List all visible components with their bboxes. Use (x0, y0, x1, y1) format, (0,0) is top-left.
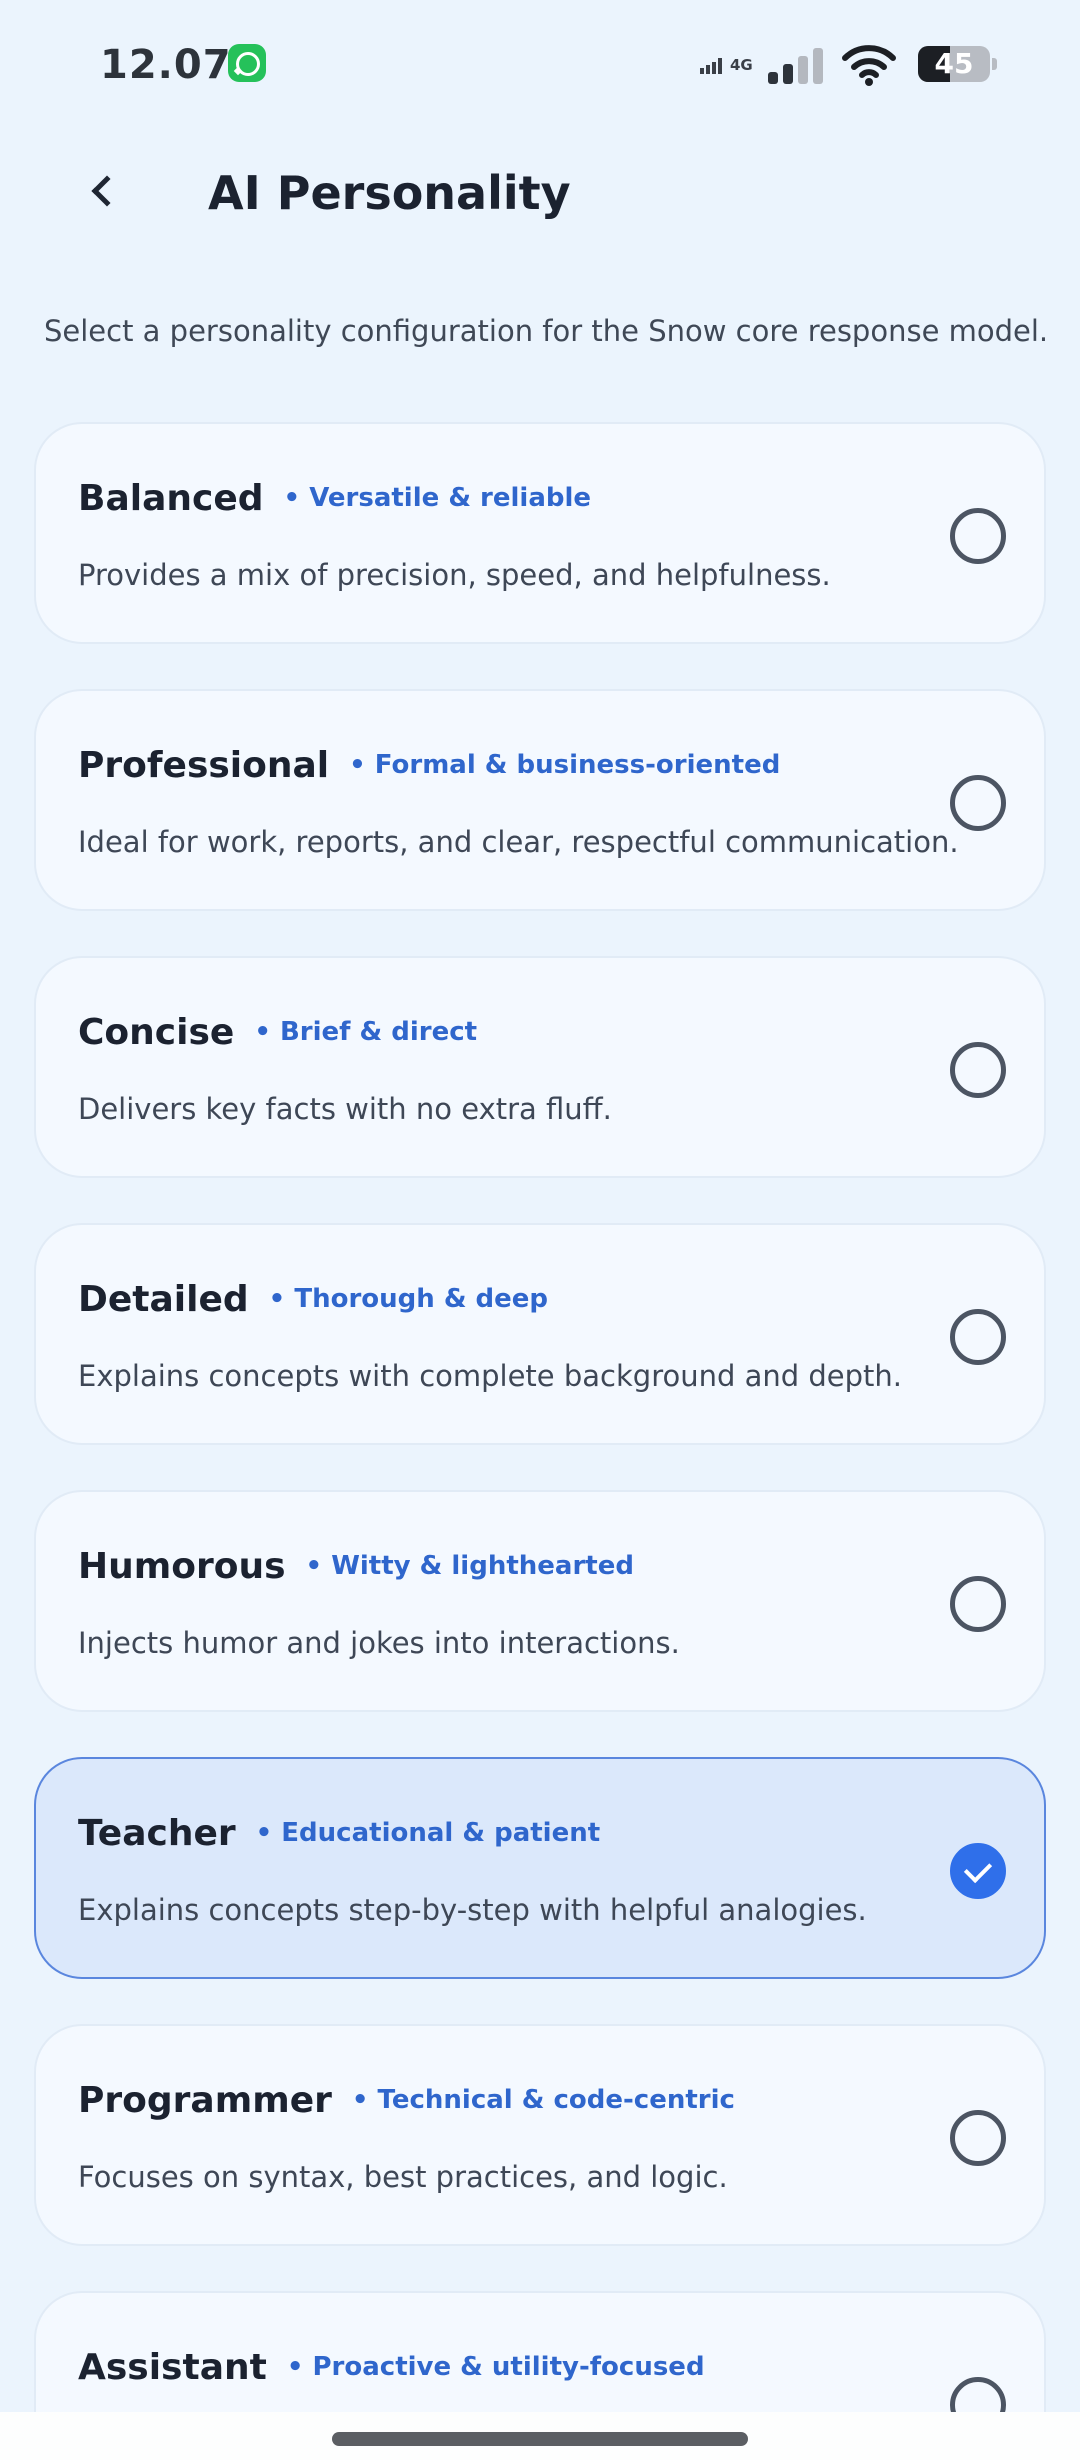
checkmark-icon (963, 1854, 993, 1884)
option-description: Focuses on syntax, best practices, and l… (78, 2160, 728, 2194)
radio-unselected[interactable] (950, 1309, 1006, 1365)
page-title: AI Personality (208, 166, 571, 220)
home-indicator[interactable] (332, 2432, 748, 2446)
option-title: Detailed • Thorough & deep (78, 1279, 548, 1320)
battery-level-text: 45 (934, 47, 974, 80)
personality-option-concise[interactable]: Concise • Brief & direct Delivers key fact… (34, 956, 1046, 1178)
personality-option-professional[interactable]: Professional • Formal & business-oriented… (34, 689, 1046, 911)
option-description: Delivers key facts with no extra fluff. (78, 1092, 612, 1126)
back-button[interactable] (86, 166, 134, 222)
option-tag: • Formal & business-oriented (349, 750, 781, 780)
option-title: Programmer • Technical & code-centric (78, 2080, 735, 2121)
option-description: Injects humor and jokes into interaction… (78, 1626, 680, 1660)
option-name: Humorous (78, 1546, 286, 1587)
radio-unselected[interactable] (950, 508, 1006, 564)
option-name: Balanced (78, 478, 264, 519)
option-description: Explains concepts with complete backgrou… (78, 1359, 903, 1393)
radio-selected[interactable] (950, 1843, 1006, 1899)
personality-option-humorous[interactable]: Humorous • Witty & lighthearted Injects hu… (34, 1490, 1046, 1712)
option-title: Concise • Brief & direct (78, 1012, 477, 1053)
page-subtitle: Select a personality configuration for t… (44, 314, 1049, 348)
cellular-signal-icon (768, 48, 824, 84)
option-name: Teacher (78, 1813, 236, 1854)
option-tag: • Technical & code-centric (351, 2085, 735, 2115)
radio-unselected[interactable] (950, 1576, 1006, 1632)
option-tag: • Educational & patient (255, 1818, 601, 1848)
radio-unselected[interactable] (950, 2110, 1006, 2166)
option-tag: • Proactive & utility-focused (286, 2352, 705, 2382)
status-bar: 12.07 4G 45 (0, 0, 1080, 130)
option-title: Professional • Formal & business-oriented (78, 745, 780, 786)
radio-unselected[interactable] (950, 1042, 1006, 1098)
status-time: 12.07 (100, 42, 232, 88)
option-name: Concise (78, 1012, 235, 1053)
app-screen: 12.07 4G 45 AI Personality Select a pers… (0, 0, 1080, 2460)
personality-option-balanced[interactable]: Balanced • Versatile & reliable Provides a… (34, 422, 1046, 644)
personality-option-programmer[interactable]: Programmer • Technical & code-centric Focu… (34, 2024, 1046, 2246)
option-description: Provides a mix of precision, speed, and … (78, 558, 831, 592)
option-title: Teacher • Educational & patient (78, 1813, 600, 1854)
personality-option-detailed[interactable]: Detailed • Thorough & deep Explains concep… (34, 1223, 1046, 1445)
secondary-signal-icon (700, 58, 724, 74)
battery-icon: 45 (918, 46, 990, 82)
option-name: Professional (78, 745, 330, 786)
option-name: Programmer (78, 2080, 332, 2121)
battery-tip (992, 58, 997, 70)
option-description: Ideal for work, reports, and clear, resp… (78, 825, 959, 859)
personality-option-list: Balanced • Versatile & reliable Provides a… (34, 422, 1046, 2460)
wifi-icon (842, 45, 896, 86)
personality-option-teacher[interactable]: Teacher • Educational & patient Explains c… (34, 1757, 1046, 1979)
option-tag: • Thorough & deep (268, 1284, 549, 1314)
radio-unselected[interactable] (950, 775, 1006, 831)
option-name: Assistant (78, 2347, 267, 2388)
option-name: Detailed (78, 1279, 249, 1320)
option-title: Humorous • Witty & lighthearted (78, 1546, 634, 1587)
whatsapp-notification-icon (228, 44, 266, 82)
option-description: Explains concepts step-by-step with help… (78, 1893, 867, 1927)
option-tag: • Brief & direct (254, 1017, 478, 1047)
option-tag: • Witty & lighthearted (305, 1551, 634, 1581)
option-title: Balanced • Versatile & reliable (78, 478, 591, 519)
option-tag: • Versatile & reliable (283, 483, 592, 513)
network-type-label: 4G (730, 56, 753, 74)
chevron-left-icon (91, 175, 123, 207)
option-title: Assistant • Proactive & utility-focused (78, 2347, 705, 2388)
